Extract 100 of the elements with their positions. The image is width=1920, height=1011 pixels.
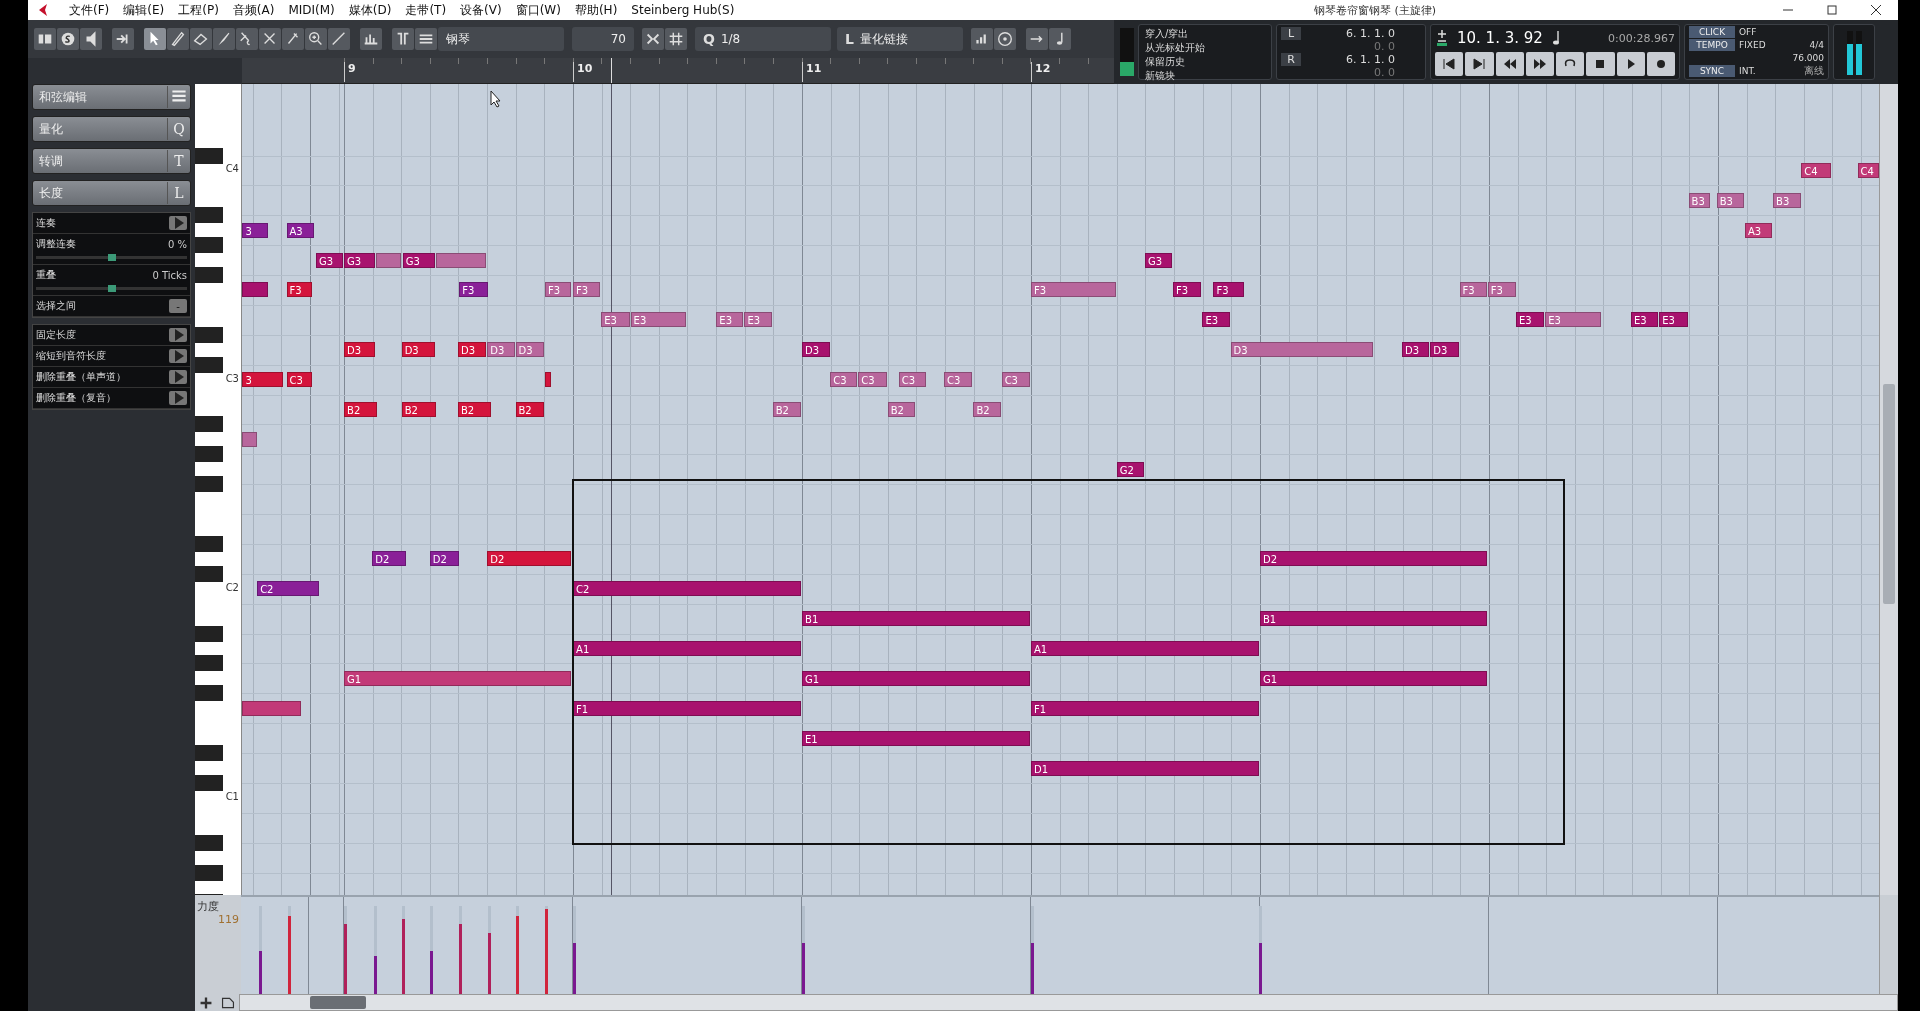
midi-note[interactable]: C4 [1801, 162, 1831, 178]
midi-note[interactable]: C3 [1001, 372, 1030, 388]
menu-item[interactable]: Steinberg Hub(S) [624, 3, 742, 17]
midi-note[interactable]: G1 [1260, 670, 1487, 686]
apply-button[interactable] [169, 216, 187, 230]
midi-note[interactable]: G3 [315, 252, 344, 268]
transport-button[interactable] [1556, 52, 1585, 76]
midi-note[interactable] [242, 700, 302, 716]
menu-item[interactable]: 窗口(W) [508, 1, 568, 19]
piano-key[interactable] [195, 237, 223, 254]
instrument-dropdown[interactable]: 钢琴 [438, 27, 564, 51]
option-button[interactable]: - [169, 299, 187, 313]
record-mode-label[interactable]: 新镜块 [1145, 69, 1265, 83]
locator-position[interactable]: 6. 1. 1. 0 [1305, 53, 1395, 66]
midi-note[interactable]: E3 [601, 312, 630, 328]
velocity-bar[interactable] [344, 924, 348, 994]
piano-key[interactable] [195, 774, 223, 791]
tool-button[interactable] [236, 28, 258, 50]
velocity-bar[interactable] [573, 942, 577, 994]
midi-note[interactable]: B1 [1260, 611, 1487, 627]
menu-item[interactable]: 设备(V) [453, 1, 509, 19]
inspector-section-button[interactable]: 和弦编辑 [32, 84, 191, 110]
piano-key[interactable] [195, 685, 223, 702]
midi-note[interactable]: F3 [573, 282, 601, 298]
piano-key[interactable] [195, 476, 223, 493]
click-label[interactable]: CLICK [1689, 26, 1735, 38]
velocity-bar[interactable] [459, 924, 463, 994]
midi-note[interactable] [375, 252, 401, 268]
menu-item[interactable]: 工程(P) [171, 1, 226, 19]
record-mode-label[interactable]: 从光标处开始 [1145, 41, 1265, 55]
transport-button[interactable] [1465, 52, 1494, 76]
midi-note[interactable]: B3 [1716, 192, 1744, 208]
midi-note[interactable]: E3 [744, 312, 772, 328]
sync-label[interactable]: SYNC [1689, 65, 1735, 77]
length-quantize-dropdown[interactable]: L 量化链接 [837, 27, 963, 51]
midi-note[interactable]: B1 [802, 611, 1030, 627]
inspector-section-button[interactable]: 转调 T [32, 148, 191, 174]
piano-key[interactable] [195, 207, 223, 224]
midi-note[interactable] [242, 282, 269, 298]
midi-note[interactable]: E3 [1515, 312, 1545, 328]
midi-note[interactable] [435, 252, 487, 268]
midi-note[interactable]: F3 [1173, 282, 1202, 298]
piano-key[interactable] [195, 864, 223, 881]
midi-note[interactable]: B2 [344, 401, 378, 417]
midi-note[interactable]: C3 [944, 372, 973, 388]
velocity-bar[interactable] [487, 933, 491, 994]
midi-note[interactable]: D3 [457, 342, 487, 358]
tool-button[interactable] [167, 28, 189, 50]
slider-track[interactable] [36, 256, 187, 259]
midi-note[interactable]: C4 [1857, 162, 1879, 178]
midi-note[interactable]: F3 [1459, 282, 1487, 298]
midi-note[interactable]: F3 [1031, 282, 1116, 298]
midi-note[interactable]: A3 [1744, 222, 1773, 238]
midi-note[interactable]: B3 [1688, 192, 1710, 208]
quantize-dropdown[interactable]: Q 1/8 [695, 27, 831, 51]
midi-note[interactable]: F3 [1487, 282, 1517, 298]
midi-note[interactable]: E3 [1659, 312, 1688, 328]
tempo-label[interactable]: TEMPO [1689, 39, 1735, 51]
midi-note[interactable]: E3 [716, 312, 744, 328]
midi-note[interactable]: E3 [1202, 312, 1230, 328]
midi-note[interactable]: D3 [515, 342, 544, 358]
transport-button[interactable] [1435, 52, 1464, 76]
midi-note[interactable]: A1 [1031, 641, 1259, 656]
inspector-section-button[interactable]: 量化 Q [32, 116, 191, 142]
piano-key[interactable] [195, 446, 223, 463]
velocity-bar[interactable] [1031, 942, 1035, 994]
piano-key[interactable] [195, 535, 223, 552]
piano-key[interactable] [195, 625, 223, 642]
transport-button[interactable] [1616, 52, 1645, 76]
tool-button[interactable] [259, 28, 281, 50]
midi-note[interactable]: 3 [242, 222, 269, 238]
midi-note[interactable]: C3 [830, 372, 858, 388]
midi-note[interactable]: E3 [1631, 312, 1659, 328]
midi-note[interactable]: F3 [544, 282, 571, 298]
piano-key[interactable] [195, 147, 223, 164]
midi-note[interactable]: E3 [1545, 312, 1601, 328]
record-mode-label[interactable]: 保留历史 [1145, 55, 1265, 69]
restore-icon[interactable] [1824, 4, 1840, 16]
record-mode-label[interactable]: 穿入/穿出 [1145, 27, 1265, 41]
pre-roll-icon[interactable] [1435, 29, 1449, 47]
midi-note[interactable]: G3 [402, 252, 435, 268]
apply-button[interactable] [169, 328, 187, 342]
midi-note[interactable]: F3 [459, 282, 488, 298]
midi-note[interactable]: C2 [257, 581, 319, 597]
midi-note[interactable] [242, 431, 258, 447]
midi-note[interactable]: G3 [1144, 252, 1173, 268]
midi-note[interactable]: C3 [286, 372, 313, 388]
midi-note[interactable]: C2 [573, 581, 801, 597]
midi-note[interactable]: B3 [1773, 192, 1802, 208]
midi-note[interactable]: D1 [1031, 760, 1259, 776]
piano-key[interactable] [195, 416, 223, 433]
midi-note[interactable]: F3 [286, 282, 313, 298]
apply-button[interactable] [169, 391, 187, 405]
transport-button[interactable] [1525, 52, 1554, 76]
midi-note[interactable]: D3 [1402, 342, 1430, 358]
close-icon[interactable] [1868, 4, 1884, 16]
midi-note[interactable]: C3 [898, 372, 926, 388]
midi-note[interactable]: 3 [242, 372, 284, 388]
piano-key[interactable] [195, 655, 223, 672]
midi-note[interactable]: B2 [457, 401, 492, 417]
